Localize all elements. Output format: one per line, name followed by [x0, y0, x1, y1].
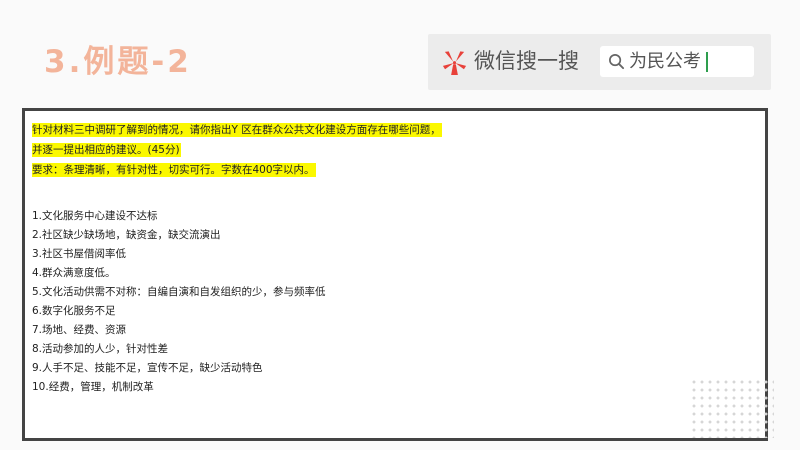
answer-item: 1.文化服务中心建设不达标: [32, 210, 158, 222]
question-line: 针对材料三中调研了解到的情况，请你指出Y 区在群众公共文化建设方面存在哪些问题，: [32, 123, 442, 137]
answer-item: 3.社区书屋借阅率低: [32, 248, 127, 260]
search-query-text: 为民公考: [629, 51, 701, 72]
answer-item: 4.群众满意度低。: [32, 267, 116, 279]
question-prompt: 针对材料三中调研了解到的情况，请你指出Y 区在群众公共文化建设方面存在哪些问题，…: [32, 123, 442, 183]
decorative-dot-grid: [690, 378, 774, 438]
wechat-search-logo-icon: [442, 51, 467, 76]
question-line: 并逐一提出相应的建议。(45分): [32, 143, 181, 157]
question-requirement-line: 要求：条理清晰，有针对性，切实可行。字数在400字以内。: [32, 163, 316, 177]
answer-item: 6.数字化服务不足: [32, 305, 116, 317]
answer-item: 7.场地、经费、资源: [32, 324, 127, 336]
wechat-search-banner[interactable]: 微信搜一搜 为民公考: [428, 34, 771, 90]
answer-list: 1.文化服务中心建设不达标 2.社区缺少缺场地，缺资金，缺交流演出 3.社区书屋…: [32, 207, 326, 397]
question-panel: 针对材料三中调研了解到的情况，请你指出Y 区在群众公共文化建设方面存在哪些问题，…: [22, 108, 768, 441]
answer-item: 2.社区缺少缺场地，缺资金，缺交流演出: [32, 229, 221, 241]
answer-item: 9.人手不足、技能不足，宣传不足，缺少活动特色: [32, 362, 263, 374]
search-icon: [609, 54, 625, 70]
answer-item: 5.文化活动供需不对称：自编自演和自发组织的少，参与频率低: [32, 286, 326, 298]
text-caret: [706, 52, 708, 72]
answer-item: 10.经费，管理，机制改革: [32, 381, 154, 393]
slide-title: 3.例题-2: [44, 44, 192, 80]
search-box[interactable]: 为民公考: [600, 46, 754, 77]
answer-item: 8.活动参加的人少，针对性差: [32, 343, 169, 355]
brand-name: 微信搜一搜: [474, 49, 579, 73]
